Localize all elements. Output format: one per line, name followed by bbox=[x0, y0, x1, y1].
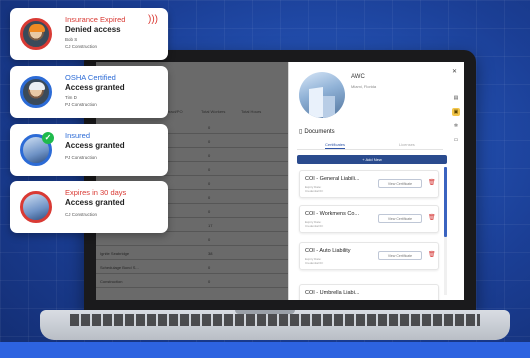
laptop-notch bbox=[235, 310, 295, 314]
documents-heading: ▯ Documents bbox=[299, 129, 335, 135]
table-row[interactable]: Construction 0 bbox=[96, 274, 288, 288]
table-row[interactable]: Schedulage Bond S... 0 bbox=[96, 260, 288, 274]
document-meta: Expiry Date: Credential ID: bbox=[305, 185, 324, 193]
card-company: CJ Construction bbox=[65, 44, 98, 49]
card-company: PJ Construction bbox=[65, 102, 97, 107]
document-icon[interactable]: ▤ bbox=[452, 94, 460, 102]
folder-icon[interactable]: ▣ bbox=[452, 108, 460, 116]
card-company: PJ Construction bbox=[65, 155, 97, 160]
documents-tabs: Certificates Licenses bbox=[297, 140, 443, 150]
tab-certificates[interactable]: Certificates bbox=[325, 142, 346, 149]
card-person: Bob S bbox=[65, 37, 78, 42]
document-title: COI - Auto Liability bbox=[305, 248, 351, 254]
document-icon: ▯ bbox=[299, 129, 303, 135]
card-status: Insurance Expired bbox=[65, 15, 126, 24]
add-new-button[interactable]: + Add New bbox=[297, 155, 447, 164]
checkmark-icon: ✓ bbox=[42, 132, 54, 144]
view-certificate-button[interactable]: View Certificate bbox=[378, 251, 422, 260]
document-meta: Expiry Date: Credential ID: bbox=[305, 257, 324, 265]
card-access: Access granted bbox=[65, 83, 125, 92]
document-card: COI - Auto Liability Expiry Date: Credent… bbox=[299, 242, 439, 270]
card-status: OSHA Certified bbox=[65, 73, 116, 82]
side-rail: ▤ ▣ ✲ ▭ bbox=[449, 90, 463, 190]
document-title: COI - Umbrella Liabi... bbox=[305, 290, 360, 296]
signal-icon: ))) bbox=[148, 14, 158, 25]
bottom-band bbox=[0, 342, 530, 358]
card-access: Access granted bbox=[65, 141, 125, 150]
view-certificate-button[interactable]: View Certificate bbox=[378, 179, 422, 188]
document-title: COI - General Liabili... bbox=[305, 176, 360, 182]
access-card-expires-soon: Expires in 30 days Access granted CJ Con… bbox=[10, 181, 168, 233]
close-icon[interactable]: ✕ bbox=[452, 68, 457, 75]
document-card: COI - Umbrella Liabi... bbox=[299, 284, 439, 300]
access-card-osha-certified: OSHA Certified Access granted Tim D PJ C… bbox=[10, 66, 168, 118]
company-location: Miami, Florida bbox=[351, 84, 377, 89]
document-title: COI - Workmens Co... bbox=[305, 211, 359, 217]
column-header-workers: Total Workers bbox=[201, 109, 226, 114]
trash-icon[interactable]: 🗑 bbox=[428, 251, 436, 258]
chat-icon[interactable]: ▭ bbox=[452, 136, 460, 144]
card-status: Expires in 30 days bbox=[65, 188, 127, 197]
tab-licenses[interactable]: Licenses bbox=[399, 142, 415, 147]
card-status: Insured bbox=[65, 131, 91, 140]
building-icon bbox=[20, 191, 52, 223]
card-access: Access granted bbox=[65, 198, 125, 207]
trash-icon[interactable]: 🗑 bbox=[428, 179, 436, 186]
company-avatar bbox=[299, 72, 345, 118]
table-row[interactable]: 0 bbox=[96, 232, 288, 246]
card-access: Denied access bbox=[65, 25, 121, 34]
document-meta: Expiry Date: Credential ID: bbox=[305, 220, 324, 228]
table-row[interactable]: Ignite Seabridge 38 bbox=[96, 246, 288, 260]
worker-orange-hardhat-icon bbox=[20, 18, 52, 50]
document-card: COI - Workmens Co... Expiry Date: Credent… bbox=[299, 205, 439, 233]
worker-white-hardhat-icon bbox=[20, 76, 52, 108]
company-name: AWC bbox=[351, 74, 365, 80]
company-detail-panel: AWC Miami, Florida ✕ ▤ ▣ ✲ ▭ ▯ Documents … bbox=[288, 62, 464, 300]
documents-scrollbar[interactable] bbox=[444, 167, 447, 295]
column-header-hours: Total Hours bbox=[241, 109, 262, 114]
card-person: Tim D bbox=[65, 95, 77, 100]
view-certificate-button[interactable]: View Certificate bbox=[378, 214, 422, 223]
gear-icon[interactable]: ✲ bbox=[452, 122, 460, 130]
document-card: COI - General Liabili... Expiry Date: Cre… bbox=[299, 170, 439, 198]
access-card-insurance-expired: ))) Insurance Expired Denied access Bob … bbox=[10, 8, 168, 60]
laptop-keyboard bbox=[70, 314, 480, 326]
access-card-insured: ✓ Insured Access granted PJ Construction bbox=[10, 124, 168, 176]
trash-icon[interactable]: 🗑 bbox=[428, 214, 436, 221]
card-company: CJ Construction bbox=[65, 212, 98, 217]
